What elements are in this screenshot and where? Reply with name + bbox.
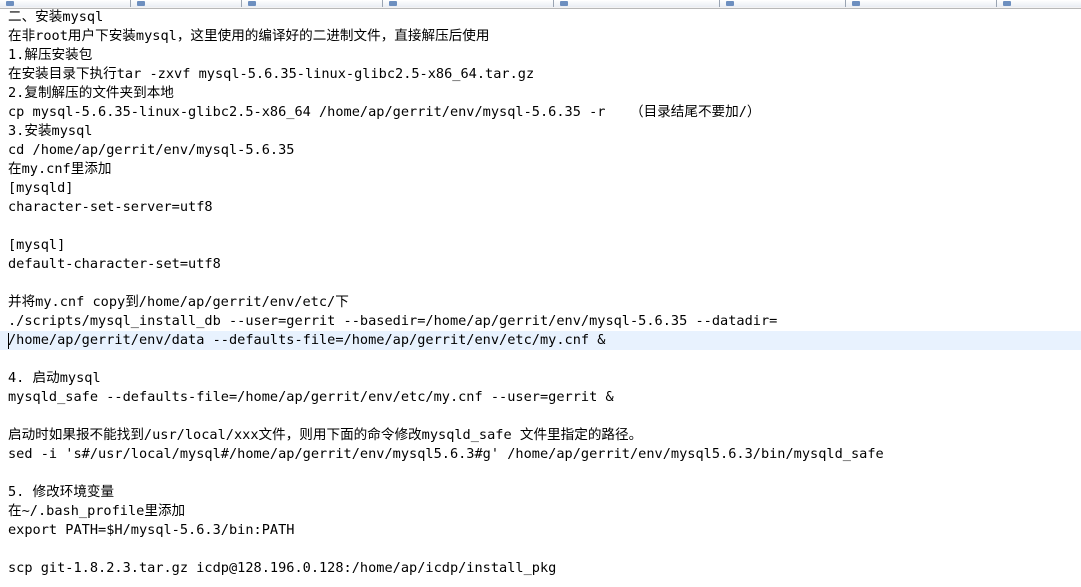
document-tab[interactable] bbox=[131, 0, 242, 7]
text-line: 二、安装mysql bbox=[8, 9, 104, 25]
text-editor[interactable]: 二、安装mysql 在非root用户下安装mysql，这里使用的编译好的二进制文… bbox=[0, 0, 1081, 587]
document-icon bbox=[389, 1, 397, 6]
current-line: /home/ap/gerrit/env/data --defaults-file… bbox=[0, 331, 1081, 350]
document-icon bbox=[852, 1, 860, 6]
document-tab[interactable] bbox=[720, 0, 846, 7]
document-icon bbox=[726, 1, 734, 6]
text-line: [mysqld] bbox=[8, 180, 74, 196]
text-line: default-character-set=utf8 bbox=[8, 256, 221, 272]
text-line: 5. 修改环境变量 bbox=[8, 484, 115, 500]
text-line: 在~/.bash_profile里添加 bbox=[8, 503, 186, 519]
document-tab[interactable] bbox=[554, 0, 720, 7]
text-line: ./scripts/mysql_install_db --user=gerrit… bbox=[8, 313, 778, 329]
text-line: export PATH=$H/mysql-5.6.3/bin:PATH bbox=[8, 522, 295, 538]
text-line: 并将my.cnf copy到/home/ap/gerrit/env/etc/下 bbox=[8, 294, 349, 310]
text-line: [mysql] bbox=[8, 237, 66, 253]
document-icon bbox=[560, 1, 568, 6]
text-caret bbox=[8, 333, 9, 349]
document-tab[interactable] bbox=[0, 0, 131, 7]
document-tab[interactable] bbox=[242, 0, 383, 7]
text-line: 启动时如果报不能找到/usr/local/xxx文件，则用下面的命令修改mysq… bbox=[8, 427, 643, 443]
document-tab[interactable] bbox=[846, 0, 997, 7]
text-line: 在my.cnf里添加 bbox=[8, 161, 112, 177]
document-icon bbox=[6, 1, 14, 6]
document-tab[interactable] bbox=[997, 0, 1081, 7]
text-line: 3.安装mysql bbox=[8, 123, 93, 139]
text-line: scp git-1.8.2.3.tar.gz icdp@128.196.0.12… bbox=[8, 560, 557, 576]
document-icon bbox=[1003, 1, 1011, 6]
document-icon bbox=[137, 1, 145, 6]
text-line: 在非root用户下安装mysql，这里使用的编译好的二进制文件，直接解压后使用 bbox=[8, 28, 490, 44]
text-area[interactable]: 二、安装mysql 在非root用户下安装mysql，这里使用的编译好的二进制文… bbox=[0, 8, 1081, 587]
text-line: 1.解压安装包 bbox=[8, 47, 93, 63]
text-line: sed -i 's#/usr/local/mysql#/home/ap/gerr… bbox=[8, 446, 884, 462]
text-line: mysqld_safe --defaults-file=/home/ap/ger… bbox=[8, 389, 614, 405]
text-line: cd /home/ap/gerrit/env/mysql-5.6.35 bbox=[8, 142, 295, 158]
text-line: 在安装目录下执行tar -zxvf mysql-5.6.35-linux-gli… bbox=[8, 66, 535, 82]
text-line: 2.复制解压的文件夹到本地 bbox=[8, 85, 174, 101]
document-tab[interactable] bbox=[383, 0, 554, 7]
text-line: 4. 启动mysql bbox=[8, 370, 101, 386]
text-line: cp mysql-5.6.35-linux-glibc2.5-x86_64 /h… bbox=[8, 104, 761, 120]
document-icon bbox=[248, 1, 256, 6]
text-line: character-set-server=utf8 bbox=[8, 199, 213, 215]
